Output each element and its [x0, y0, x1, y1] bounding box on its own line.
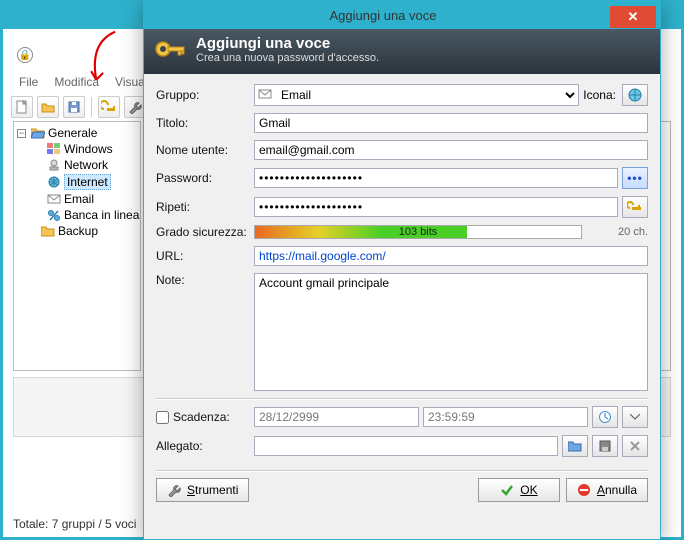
collapse-icon[interactable]: − — [17, 129, 26, 138]
lock-icon: 🔒 — [17, 47, 33, 63]
expiry-date-input[interactable] — [254, 407, 419, 427]
dialog-titlebar[interactable]: Aggiungi una voce ✕ — [144, 1, 660, 29]
tree-item-network[interactable]: Network — [17, 157, 140, 173]
attach-open-button[interactable] — [562, 435, 588, 457]
menu-bar: File Modifica Visual — [11, 73, 156, 91]
icon-picker-button[interactable] — [622, 84, 648, 106]
tree-item-email[interactable]: Email — [17, 191, 140, 207]
generate-password-button[interactable] — [622, 196, 648, 218]
label-ripeti: Ripeti: — [156, 200, 248, 214]
label-grado: Grado sicurezza: — [156, 225, 248, 239]
expiry-clock-button[interactable] — [592, 406, 618, 428]
cancel-label: nnulla — [605, 483, 637, 497]
label-scadenza: Scadenza: — [173, 410, 230, 424]
label-nome-utente: Nome utente: — [156, 143, 248, 157]
attachment-input[interactable] — [254, 436, 558, 456]
strength-bits: 103 bits — [399, 226, 438, 238]
group-tree[interactable]: − Generale Windows Network Internet Emai… — [13, 121, 141, 371]
group-select[interactable]: Email — [254, 84, 579, 106]
cancel-button[interactable]: Annulla — [566, 478, 648, 502]
password-input[interactable] — [254, 168, 618, 188]
save-icon — [598, 439, 612, 453]
label-password: Password: — [156, 171, 248, 185]
clock-icon — [598, 410, 612, 424]
tree-label: Windows — [64, 142, 113, 156]
dialog-form: Gruppo: Email Icona: Titolo: — [144, 74, 660, 470]
tree-item-backup[interactable]: Backup — [17, 223, 140, 239]
globe-icon — [47, 176, 61, 188]
expiry-dropdown-button[interactable] — [622, 406, 648, 428]
strength-meter: 103 bits — [254, 225, 582, 239]
expiry-checkbox[interactable] — [156, 411, 169, 424]
tree-item-windows[interactable]: Windows — [17, 141, 140, 157]
folder-icon — [41, 225, 55, 237]
dialog-heading: Aggiungi una voce — [196, 35, 379, 52]
username-input[interactable] — [254, 140, 648, 160]
tree-item-banca[interactable]: Banca in linea — [17, 207, 140, 223]
wrench-icon — [167, 483, 181, 497]
add-entry-dialog: Aggiungi una voce ✕ Aggiungi una voce Cr… — [143, 0, 661, 540]
chevron-down-icon — [630, 414, 640, 420]
tree-label: Internet — [64, 174, 111, 190]
url-input[interactable] — [254, 246, 648, 266]
label-gruppo: Gruppo: — [156, 88, 248, 102]
label-allegato: Allegato: — [156, 439, 248, 453]
tree-item-internet[interactable]: Internet — [17, 173, 140, 191]
check-icon — [500, 483, 514, 497]
attach-save-button[interactable] — [592, 435, 618, 457]
dialog-title: Aggiungi una voce — [156, 8, 610, 23]
add-entry-button[interactable] — [98, 96, 120, 118]
windows-icon — [47, 143, 61, 155]
label-note: Note: — [156, 273, 248, 287]
tree-label: Banca in linea — [64, 208, 139, 222]
new-file-button[interactable] — [11, 96, 33, 118]
attach-delete-button[interactable] — [622, 435, 648, 457]
email-icon — [258, 88, 272, 100]
tree-label: Email — [64, 192, 94, 206]
tree-root-generale[interactable]: − Generale — [17, 125, 140, 141]
dialog-button-row: Strumenti OK Annulla — [144, 472, 660, 510]
dialog-close-button[interactable]: ✕ — [610, 6, 656, 28]
network-icon — [47, 159, 61, 171]
char-count: 20 ch. — [588, 226, 648, 238]
title-input[interactable] — [254, 113, 648, 133]
toolbar — [11, 95, 146, 119]
globe-icon — [627, 87, 643, 103]
repeat-password-input[interactable] — [254, 197, 618, 217]
open-file-button[interactable] — [37, 96, 59, 118]
email-icon — [47, 193, 61, 205]
status-bar: Totale: 7 gruppi / 5 voci — [13, 517, 136, 531]
folder-open-icon — [31, 127, 45, 139]
menu-edit[interactable]: Modifica — [46, 73, 107, 91]
notes-textarea[interactable]: Account gmail principale — [254, 273, 648, 391]
label-url: URL: — [156, 249, 248, 263]
key-gen-icon — [627, 200, 643, 214]
tree-label: Generale — [48, 126, 97, 140]
tree-label: Network — [64, 158, 108, 172]
dialog-header: Aggiungi una voce Crea una nuova passwor… — [144, 29, 660, 74]
folder-open-icon — [568, 440, 582, 452]
key-icon — [154, 37, 186, 63]
label-icona: Icona: — [583, 88, 616, 102]
dialog-subheading: Crea una nuova password d'accesso. — [196, 52, 379, 64]
save-file-button[interactable] — [63, 96, 85, 118]
delete-icon — [629, 440, 641, 452]
menu-file[interactable]: File — [11, 73, 46, 91]
dots-icon: ••• — [627, 171, 643, 185]
reveal-password-button[interactable]: ••• — [622, 167, 648, 189]
tree-label: Backup — [58, 224, 98, 238]
tools-button[interactable]: Strumenti — [156, 478, 249, 502]
expiry-time-input[interactable] — [423, 407, 588, 427]
label-titolo: Titolo: — [156, 116, 248, 130]
percent-icon — [47, 209, 61, 221]
ok-button[interactable]: OK — [478, 478, 560, 502]
tools-label: trumenti — [195, 483, 238, 497]
cancel-icon — [577, 483, 591, 497]
